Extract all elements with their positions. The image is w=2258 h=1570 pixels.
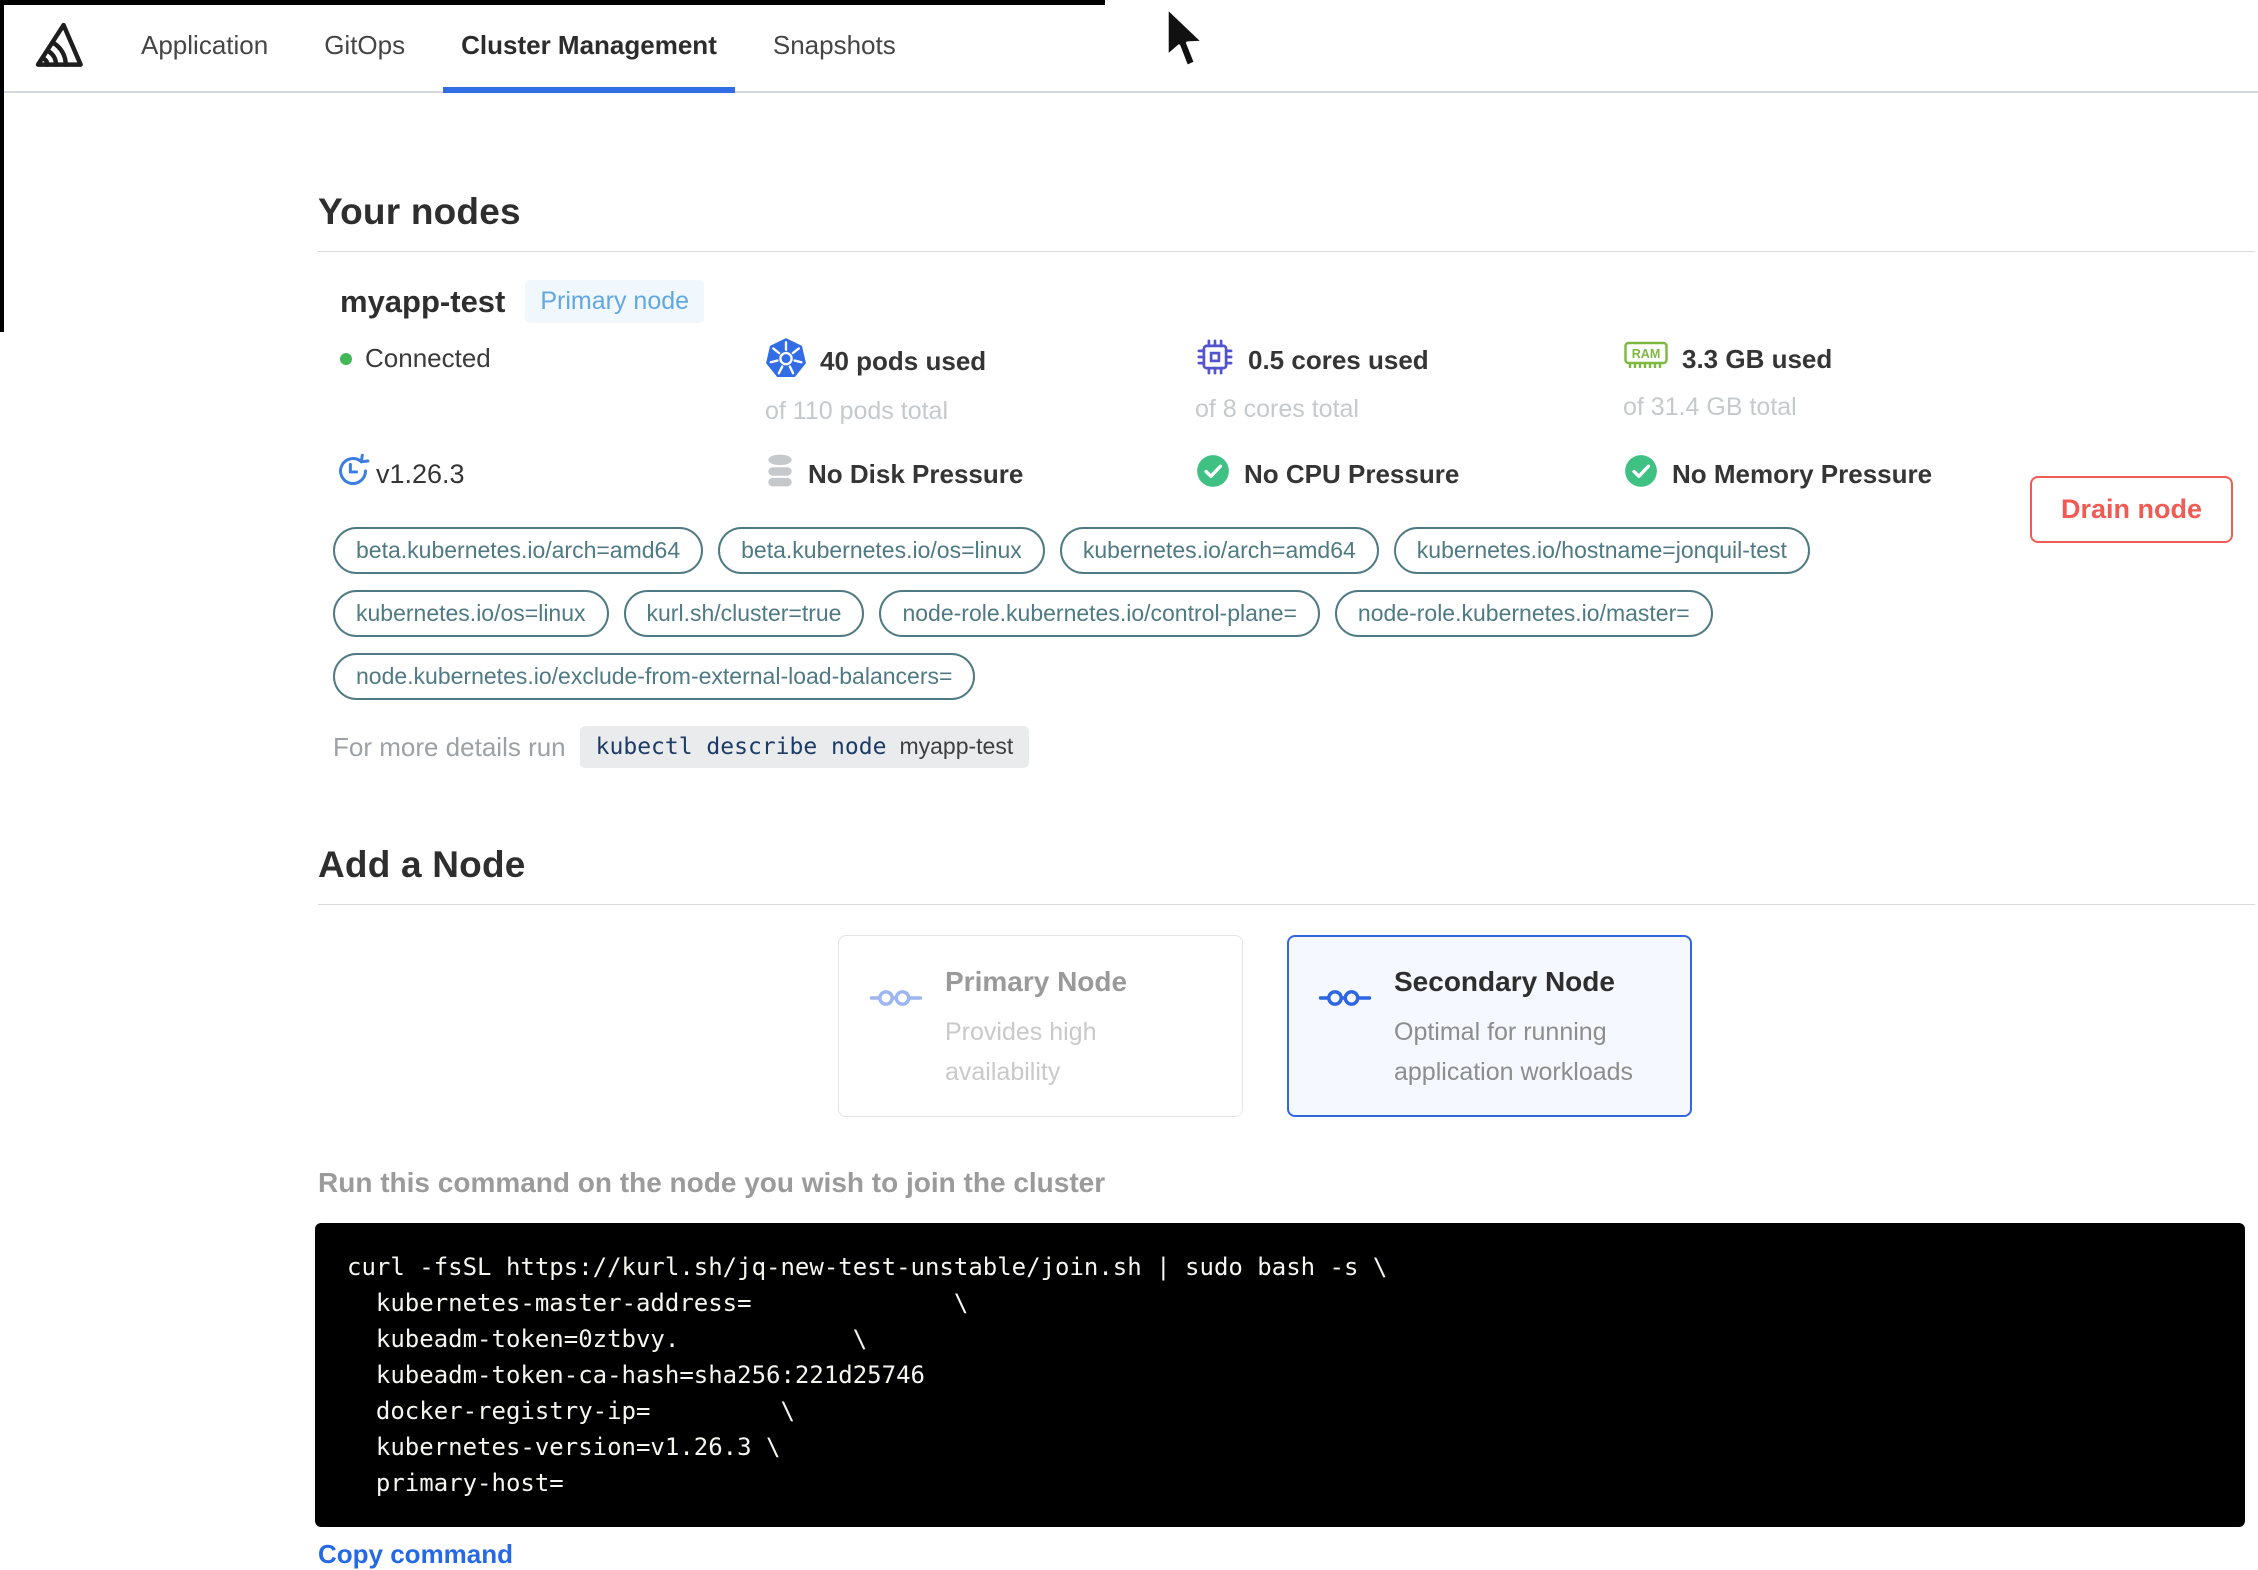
node-join-icon [1318, 982, 1372, 1092]
tab-gitops[interactable]: GitOps [306, 0, 423, 91]
check-circle-icon [1195, 453, 1231, 496]
node-label-pill: kubernetes.io/arch=amd64 [1059, 527, 1379, 574]
add-node-heading: Add a Node [318, 844, 526, 885]
node-status: Connected [318, 343, 765, 374]
code-line: docker-registry-ip= \ [347, 1397, 795, 1425]
check-circle-icon [1623, 453, 1659, 496]
code-line: primary-host= [347, 1469, 564, 1497]
describe-node-command-chip: kubectl describe node myapp-test [579, 726, 1030, 768]
your-nodes-heading: Your nodes [318, 191, 521, 232]
kubernetes-icon [765, 337, 807, 386]
secondary-node-description: Optimal for running application workload… [1394, 1018, 1634, 1086]
divider [318, 904, 2255, 905]
tab-application[interactable]: Application [123, 0, 286, 91]
primary-node-badge: Primary node [525, 280, 705, 323]
replicated-logo-icon [26, 0, 88, 91]
screenshot-edge-left [0, 0, 4, 332]
node-version-label: v1.26.3 [376, 459, 465, 489]
node-label-pill: node-role.kubernetes.io/master= [1334, 590, 1713, 637]
connected-dot-icon [340, 352, 352, 365]
join-command-code-block: curl -fsSL https://kurl.sh/jq-new-test-u… [315, 1223, 2245, 1527]
memory-stat: RAM 3.3 GB used of 31.4 GB total [1623, 337, 2255, 422]
node-labels: beta.kubernetes.io/arch=amd64 beta.kuber… [333, 527, 1993, 700]
node-status-label: Connected [365, 343, 491, 373]
secondary-node-title: Secondary Node [1394, 966, 1615, 997]
cluster-management-page: Your nodes myapp-test Primary node Conne… [0, 191, 2258, 1570]
version-history-icon [334, 452, 372, 497]
ram-used-label: 3.3 GB used [1682, 344, 1833, 374]
details-prefix-label: For more details run [333, 731, 566, 762]
kubectl-node-name: myapp-test [899, 733, 1014, 759]
pods-stat: 40 pods used of 110 pods total [765, 337, 1195, 426]
code-line: kubeadm-token-ca-hash=sha256:221d25746 [347, 1361, 925, 1389]
node-name: myapp-test [340, 283, 506, 319]
code-line: curl -fsSL https://kurl.sh/jq-new-test-u… [347, 1253, 1388, 1281]
tab-snapshots[interactable]: Snapshots [755, 0, 914, 91]
pods-total-label: of 110 pods total [765, 397, 949, 425]
cpu-pressure-condition: No CPU Pressure [1195, 453, 1623, 496]
join-command-instruction: Run this command on the node you wish to… [318, 1167, 1106, 1198]
disk-pressure-label: No Disk Pressure [808, 459, 1024, 489]
primary-node-option[interactable]: Primary Node Provides high availability [838, 935, 1243, 1117]
code-line: kubeadm-token=0ztbvy. \ [347, 1325, 868, 1353]
primary-node-title: Primary Node [945, 966, 1128, 997]
node-label-pill: node.kubernetes.io/exclude-from-external… [333, 653, 976, 700]
primary-node-description: Provides high availability [945, 1018, 1097, 1086]
code-line: kubernetes-master-address= \ [347, 1289, 969, 1317]
cores-total-label: of 8 cores total [1195, 395, 1359, 423]
node-type-options: Primary Node Provides high availability … [838, 935, 2258, 1117]
node-label-pill: kurl.sh/cluster=true [623, 590, 865, 637]
memory-pressure-label: No Memory Pressure [1672, 459, 1933, 489]
secondary-node-option[interactable]: Secondary Node Optimal for running appli… [1287, 935, 1692, 1117]
top-nav: Application GitOps Cluster Management Sn… [0, 0, 2258, 93]
cpu-pressure-label: No CPU Pressure [1244, 459, 1460, 489]
ram-icon: RAM [1623, 337, 1669, 382]
tab-cluster-management[interactable]: Cluster Management [443, 0, 735, 93]
node-label-pill: node-role.kubernetes.io/control-plane= [879, 590, 1320, 637]
node-join-icon [869, 982, 923, 1092]
node-version: v1.26.3 [318, 452, 765, 497]
cores-stat: 0.5 cores used of 8 cores total [1195, 337, 1623, 424]
svg-text:RAM: RAM [1632, 347, 1660, 361]
node-label-pill: beta.kubernetes.io/os=linux [718, 527, 1045, 574]
node-label-pill: kubernetes.io/os=linux [333, 590, 609, 637]
disk-pressure-condition: No Disk Pressure [765, 453, 1195, 496]
node-label-pill: beta.kubernetes.io/arch=amd64 [333, 527, 704, 574]
cores-used-label: 0.5 cores used [1248, 345, 1429, 375]
ram-total-label: of 31.4 GB total [1623, 393, 1797, 421]
pods-used-label: 40 pods used [820, 346, 987, 376]
node-card-myapp-test: myapp-test Primary node Connected 40 pod… [318, 252, 2255, 768]
node-details-hint: For more details run kubectl describe no… [333, 726, 2255, 768]
kubectl-command-text: kubectl describe node [595, 734, 887, 760]
code-line: kubernetes-version=v1.26.3 \ [347, 1433, 781, 1461]
node-label-pill: kubernetes.io/hostname=jonquil-test [1393, 527, 1810, 574]
drain-node-button[interactable]: Drain node [2029, 476, 2233, 543]
cpu-icon [1195, 337, 1235, 384]
copy-command-link[interactable]: Copy command [318, 1539, 513, 1570]
screenshot-edge-top [0, 0, 1105, 5]
disk-icon [765, 453, 795, 496]
